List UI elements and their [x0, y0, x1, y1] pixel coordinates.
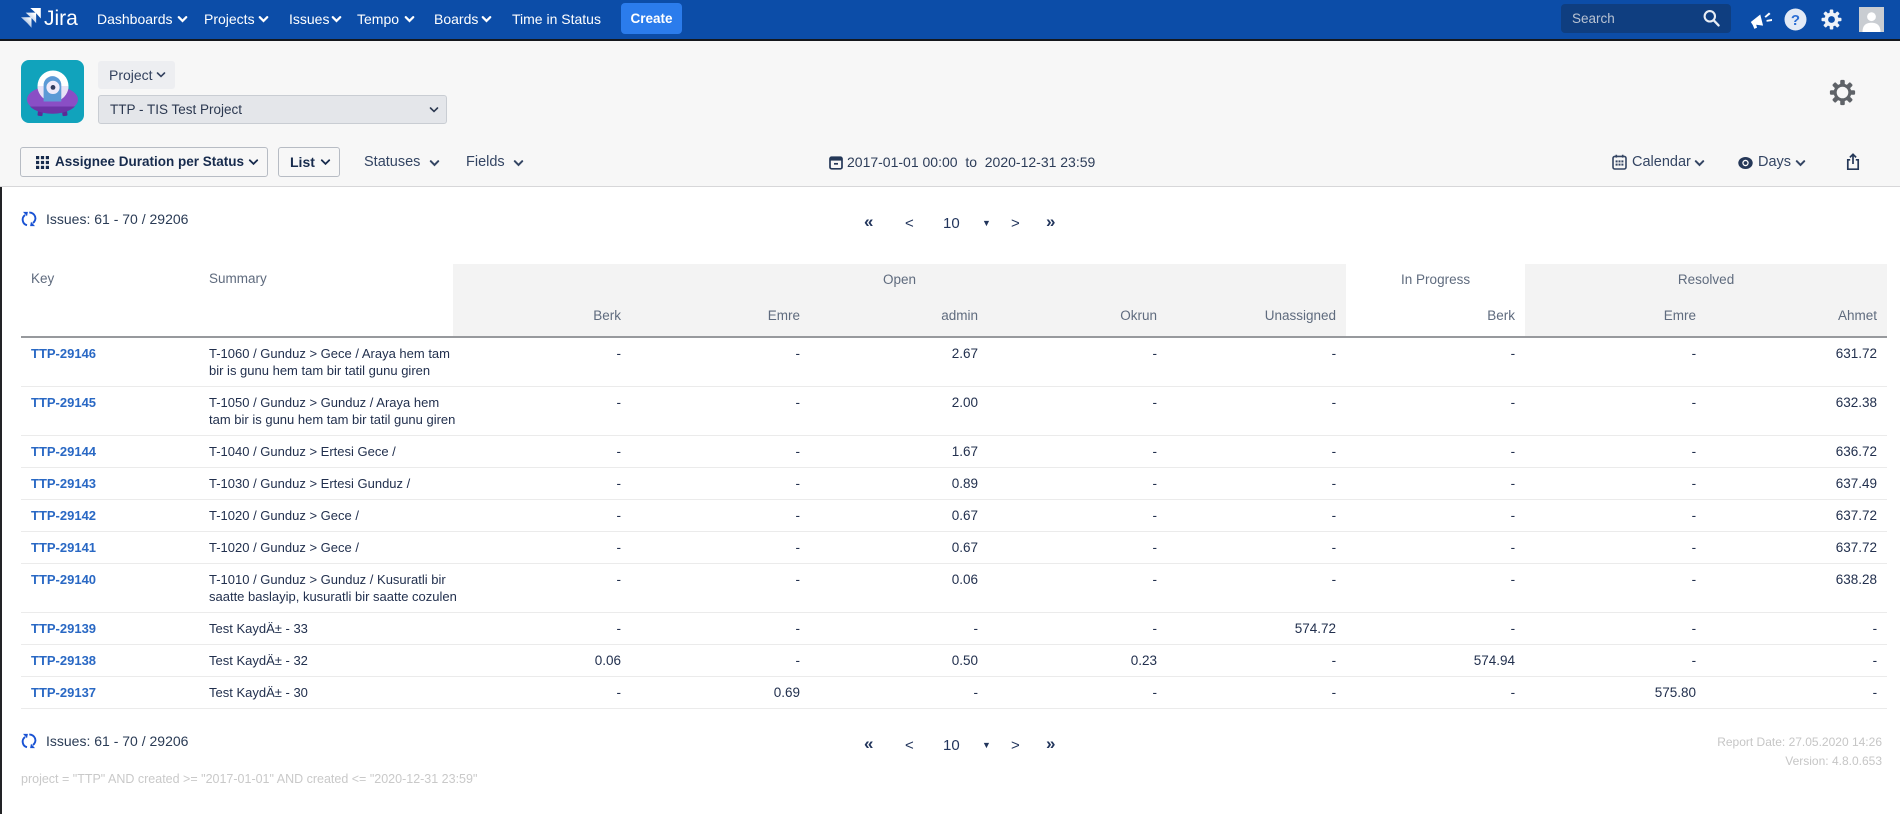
svg-text:?: ?	[1791, 12, 1800, 29]
